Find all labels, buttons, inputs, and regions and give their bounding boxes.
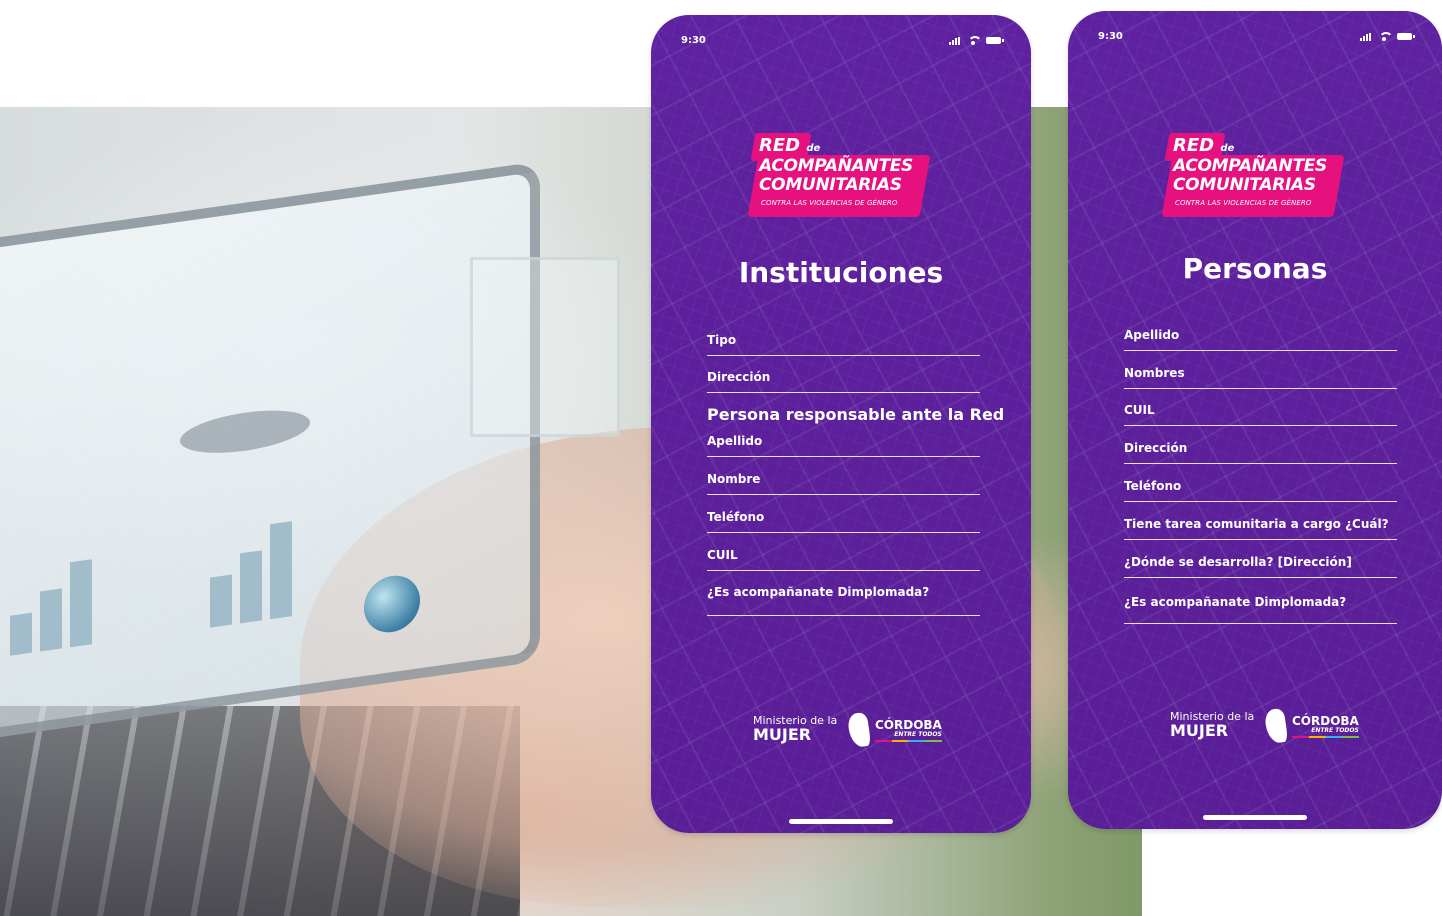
field-cuil[interactable]: CUIL xyxy=(1124,389,1397,426)
instituciones-form: Tipo Dirección Persona responsable ante … xyxy=(707,320,1004,616)
battery-icon xyxy=(986,37,1004,44)
phone-instituciones: 9:30 RED de ACOMPAÑANTES COMUNITARIAS CO… xyxy=(651,15,1031,833)
field-acompanante-diplomada[interactable]: ¿Es acompañanate Dimplomada? xyxy=(1124,578,1397,624)
signal-icon xyxy=(949,36,960,45)
ministerio-mujer-logo: Ministerio de la MUJER xyxy=(1170,710,1255,740)
field-direccion[interactable]: Dirección xyxy=(1124,426,1397,464)
status-time: 9:30 xyxy=(1098,31,1123,42)
home-indicator[interactable] xyxy=(789,819,893,824)
holographic-panel-image xyxy=(470,257,620,437)
field-nombre[interactable]: Nombre xyxy=(707,457,980,495)
status-bar: 9:30 xyxy=(681,35,1004,49)
cordoba-map-icon xyxy=(1263,707,1289,745)
field-apellido[interactable]: Apellido xyxy=(707,420,980,457)
field-cuil[interactable]: CUIL xyxy=(707,533,980,571)
field-donde-desarrolla[interactable]: ¿Dónde se desarrolla? [Dirección] xyxy=(1124,540,1397,578)
phone-personas: 9:30 RED de ACOMPAÑANTES COMUNITARIAS CO… xyxy=(1068,11,1442,829)
field-tipo[interactable]: Tipo xyxy=(707,320,980,356)
personas-form: Apellido Nombres CUIL Dirección Teléfono… xyxy=(1124,314,1397,624)
page-title: Instituciones xyxy=(738,256,944,289)
field-direccion[interactable]: Dirección xyxy=(707,356,980,393)
wifi-icon xyxy=(967,36,982,45)
red-acompanantes-logo: RED de ACOMPAÑANTES COMUNITARIAS CONTRA … xyxy=(1161,133,1345,219)
field-tarea-comunitaria[interactable]: Tiene tarea comunitaria a cargo ¿Cuál? xyxy=(1124,502,1397,540)
status-time: 9:30 xyxy=(681,35,706,46)
footer-logos: Ministerio de la MUJER CÓRDOBA ENTRE TODO… xyxy=(1068,707,1442,747)
red-acompanantes-logo: RED de ACOMPAÑANTES COMUNITARIAS CONTRA … xyxy=(747,133,931,219)
battery-icon xyxy=(1397,33,1415,40)
field-nombres[interactable]: Nombres xyxy=(1124,351,1397,389)
wifi-icon xyxy=(1378,32,1393,41)
home-indicator[interactable] xyxy=(1203,815,1307,820)
holographic-tablet-image xyxy=(0,161,540,743)
globe-icon xyxy=(364,572,420,636)
ministerio-mujer-logo: Ministerio de la MUJER xyxy=(753,714,838,744)
status-bar: 9:30 xyxy=(1098,31,1415,45)
footer-logos: Ministerio de la MUJER CÓRDOBA ENTRE TODO… xyxy=(651,711,1031,751)
field-telefono[interactable]: Teléfono xyxy=(1124,464,1397,502)
field-apellido[interactable]: Apellido xyxy=(1124,314,1397,351)
cordoba-map-icon xyxy=(846,711,872,749)
cordoba-logo: CÓRDOBA ENTRE TODOS xyxy=(1263,707,1359,745)
page-title: Personas xyxy=(1182,252,1328,285)
signal-icon xyxy=(1360,32,1371,41)
field-telefono[interactable]: Teléfono xyxy=(707,495,980,533)
cordoba-logo: CÓRDOBA ENTRE TODOS xyxy=(846,711,942,749)
field-acompanante-diplomada[interactable]: ¿Es acompañanate Dimplomada? xyxy=(707,571,980,616)
